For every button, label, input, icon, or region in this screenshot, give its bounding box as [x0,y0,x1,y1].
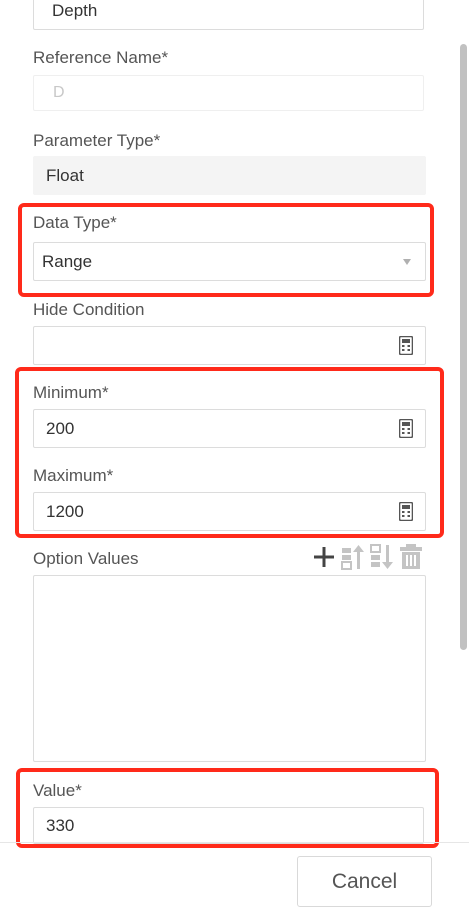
name-input-value: Depth [52,1,98,20]
calculator-icon[interactable] [399,502,413,521]
option-values-label: Option Values [33,549,139,568]
data-type-value: Range [42,251,93,271]
reference-name-input[interactable]: D [33,75,424,111]
footer-divider [0,842,469,843]
maximum-input[interactable]: 1200 [33,492,426,531]
minimum-input[interactable]: 200 [33,409,426,448]
hide-condition-input[interactable] [33,326,426,365]
name-input[interactable]: Depth [33,0,424,30]
maximum-value: 1200 [46,501,84,521]
minimum-value: 200 [46,418,75,438]
data-type-select[interactable]: Range [33,242,426,281]
option-values-list[interactable] [33,575,426,762]
maximum-label: Maximum* [33,466,114,485]
calculator-icon[interactable] [399,336,413,355]
data-type-label: Data Type* [33,213,117,232]
minimum-label: Minimum* [33,383,109,402]
parameter-type-field: Float [33,156,426,195]
move-up-icon[interactable] [341,544,365,570]
value-input[interactable]: 330 [33,807,424,844]
reference-name-placeholder: D [53,84,65,101]
chevron-down-icon [403,259,411,265]
delete-icon[interactable] [399,544,423,570]
parameter-type-value: Float [46,165,84,185]
scrollbar-thumb[interactable] [460,44,467,650]
cancel-button[interactable]: Cancel [297,856,432,907]
calculator-icon[interactable] [399,419,413,438]
plus-icon[interactable] [312,545,336,569]
value-value: 330 [46,815,75,835]
parameter-type-label: Parameter Type* [33,131,161,150]
option-values-toolbar [312,544,423,570]
reference-name-label: Reference Name* [33,48,169,67]
move-down-icon[interactable] [370,544,394,570]
hide-condition-label: Hide Condition [33,300,145,319]
value-label: Value* [33,781,82,800]
